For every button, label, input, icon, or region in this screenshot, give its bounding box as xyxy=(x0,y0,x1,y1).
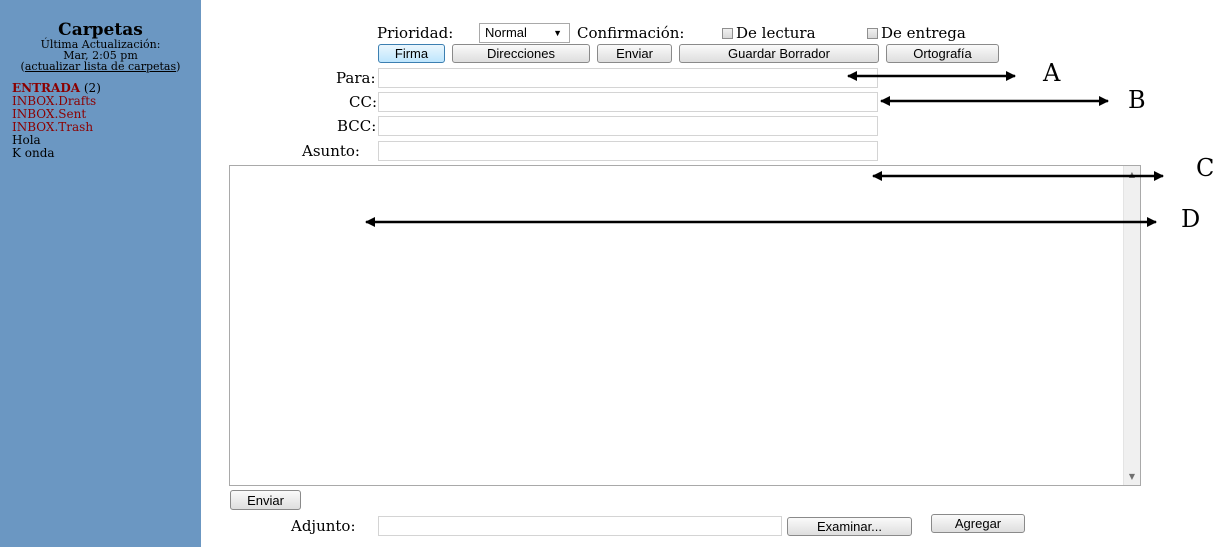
priority-value: Normal xyxy=(485,25,527,40)
delivery-receipt-label: De entrega xyxy=(881,24,966,42)
add-attachment-button[interactable]: Agregar xyxy=(931,514,1025,533)
folder-list: ENTRADA (2) INBOX.Drafts INBOX.Sent INBO… xyxy=(0,82,201,160)
to-label: Para: xyxy=(336,69,376,87)
browse-button[interactable]: Examinar... xyxy=(787,517,912,536)
annotation-a: A xyxy=(1043,59,1061,87)
folder-name: ENTRADA xyxy=(12,81,81,95)
scroll-down-icon[interactable]: ▼ xyxy=(1124,472,1140,481)
chevron-down-icon: ▼ xyxy=(553,28,562,38)
signature-button[interactable]: Firma xyxy=(378,44,445,63)
confirmation-label: Confirmación: xyxy=(577,24,685,42)
bcc-label: BCC: xyxy=(337,117,377,135)
cc-label: CC: xyxy=(349,93,378,111)
send-button-top[interactable]: Enviar xyxy=(597,44,672,63)
annotation-d: D xyxy=(1181,205,1201,233)
annotation-c: C xyxy=(1196,154,1215,182)
body-scrollbar[interactable]: ▲ ▼ xyxy=(1123,166,1140,485)
scroll-up-icon[interactable]: ▲ xyxy=(1124,170,1140,179)
spelling-button[interactable]: Ortografía xyxy=(886,44,999,63)
save-draft-button[interactable]: Guardar Borrador xyxy=(679,44,879,63)
priority-select[interactable]: Normal ▼ xyxy=(479,23,570,43)
subject-label: Asunto: xyxy=(302,142,360,160)
sidebar-title: Carpetas xyxy=(58,20,143,40)
refresh-close-paren: ) xyxy=(176,60,181,73)
cc-field[interactable] xyxy=(378,92,878,112)
attachment-label: Adjunto: xyxy=(291,517,356,535)
bcc-field[interactable] xyxy=(378,116,878,136)
refresh-folder-list: (actualizar lista de carpetas) xyxy=(0,61,201,72)
subject-field[interactable] xyxy=(378,141,878,161)
unread-count: (2) xyxy=(83,81,101,95)
attachment-field[interactable] xyxy=(378,516,782,536)
to-field[interactable] xyxy=(378,68,878,88)
refresh-folder-list-link[interactable]: actualizar lista de carpetas xyxy=(25,60,176,73)
message-body[interactable]: ▲ ▼ xyxy=(229,165,1141,486)
send-button-bottom[interactable]: Enviar xyxy=(230,490,301,510)
read-receipt-label: De lectura xyxy=(736,24,816,42)
delivery-receipt-checkbox[interactable] xyxy=(867,28,878,39)
read-receipt-checkbox[interactable] xyxy=(722,28,733,39)
annotation-b: B xyxy=(1128,86,1146,114)
priority-label: Prioridad: xyxy=(377,24,454,42)
folder-k-onda[interactable]: K onda xyxy=(12,147,201,160)
addresses-button[interactable]: Direcciones xyxy=(452,44,590,63)
folders-sidebar: Carpetas Última Actualización: Mar, 2:05… xyxy=(0,0,201,547)
